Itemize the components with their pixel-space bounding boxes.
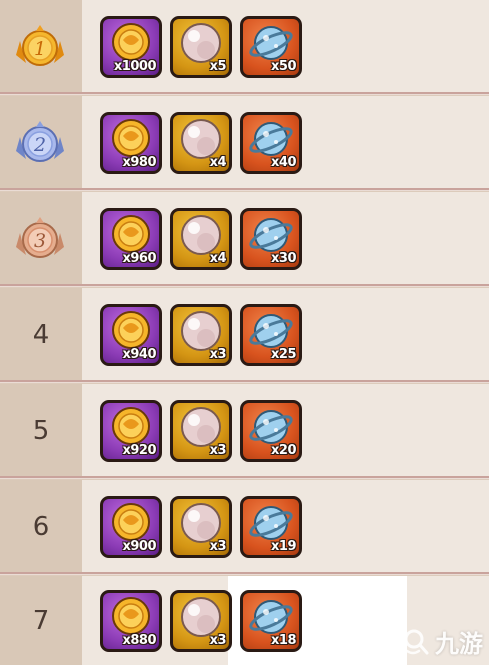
row-divider — [0, 476, 489, 479]
quantity-label: x3 — [209, 539, 227, 554]
watermark-text: 九游 — [435, 630, 483, 658]
quantity-label: x18 — [271, 632, 296, 648]
quantity-label: x4 — [209, 155, 227, 170]
quantity-label: x50 — [271, 59, 296, 74]
gold-medal-icon: 1 — [16, 25, 64, 66]
reward-item-orb[interactable]: x20 — [240, 400, 302, 462]
rank-row-6: 6 x900 x3 x19 — [0, 480, 489, 575]
reward-item-gold-coin[interactable]: x880 — [100, 589, 162, 652]
rank-row-2: 2 x980 x4 x40 — [0, 96, 489, 191]
reward-item-orb[interactable]: x18 — [240, 589, 302, 652]
reward-item-orb[interactable]: x50 — [240, 16, 302, 78]
reward-items: x940 x3 x25 — [100, 304, 302, 366]
quantity-label: x960 — [122, 251, 156, 266]
quantity-label: x30 — [271, 251, 296, 266]
reward-item-gold-coin[interactable]: x940 — [100, 304, 162, 366]
quantity-label: x19 — [271, 539, 296, 554]
reward-ranking-list: 1 x1000 x5 x50 2 x980 x4 x40 3 x960 x4 x… — [0, 0, 489, 665]
rank-number: 4 — [32, 320, 50, 350]
medal-rank-label: 3 — [34, 230, 46, 252]
reward-item-orb[interactable]: x30 — [240, 208, 302, 270]
quantity-label: x5 — [209, 59, 227, 74]
nine-game-logo-icon — [404, 629, 429, 654]
quantity-label: x880 — [122, 632, 156, 648]
rank-row-4: 4 x940 x3 x25 — [0, 288, 489, 383]
row-divider — [0, 188, 489, 191]
silver-medal-icon: 2 — [16, 121, 64, 162]
quantity-label: x900 — [122, 539, 156, 554]
quantity-label: x940 — [122, 347, 156, 362]
watermark: 九游 — [401, 624, 483, 659]
quantity-label: x1000 — [113, 59, 157, 74]
reward-item-pearl[interactable]: x3 — [170, 304, 232, 366]
reward-items: x880 x3 x18 — [100, 589, 302, 652]
reward-items: x960 x4 x30 — [100, 208, 302, 270]
reward-item-pearl[interactable]: x3 — [170, 400, 232, 462]
rank-row-3: 3 x960 x4 x30 — [0, 192, 489, 287]
reward-item-pearl[interactable]: x4 — [170, 208, 232, 270]
row-divider — [0, 284, 489, 287]
reward-item-orb[interactable]: x25 — [240, 304, 302, 366]
reward-item-orb[interactable]: x19 — [240, 496, 302, 558]
reward-item-pearl[interactable]: x3 — [170, 496, 232, 558]
reward-items: x900 x3 x19 — [100, 496, 302, 558]
quantity-label: x3 — [209, 347, 227, 362]
reward-items: x920 x3 x20 — [100, 400, 302, 462]
rank-number: 5 — [32, 416, 50, 446]
quantity-label: x4 — [209, 251, 227, 266]
rank-row-5: 5 x920 x3 x20 — [0, 384, 489, 479]
reward-item-gold-coin[interactable]: x920 — [100, 400, 162, 462]
row-divider — [0, 572, 489, 575]
reward-items: x1000 x5 x50 — [100, 16, 302, 78]
reward-item-gold-coin[interactable]: x900 — [100, 496, 162, 558]
medal-rank-label: 1 — [34, 38, 46, 60]
row-divider — [0, 92, 489, 95]
quantity-label: x20 — [271, 443, 296, 458]
row-divider — [0, 380, 489, 383]
reward-item-pearl[interactable]: x3 — [170, 589, 232, 652]
rank-row-1: 1 x1000 x5 x50 — [0, 0, 489, 95]
quantity-label: x3 — [209, 443, 227, 458]
rank-number: 6 — [32, 512, 50, 542]
reward-item-gold-coin[interactable]: x980 — [100, 112, 162, 174]
bronze-medal-icon: 3 — [16, 217, 64, 258]
reward-item-pearl[interactable]: x4 — [170, 112, 232, 174]
quantity-label: x25 — [271, 347, 296, 362]
reward-item-orb[interactable]: x40 — [240, 112, 302, 174]
reward-item-gold-coin[interactable]: x1000 — [100, 16, 162, 78]
rank-number: 7 — [32, 605, 50, 636]
medal-rank-label: 2 — [33, 134, 46, 156]
quantity-label: x920 — [122, 443, 156, 458]
quantity-label: x3 — [209, 632, 227, 648]
reward-item-pearl[interactable]: x5 — [170, 16, 232, 78]
quantity-label: x40 — [271, 155, 296, 170]
reward-item-gold-coin[interactable]: x960 — [100, 208, 162, 270]
reward-items: x980 x4 x40 — [100, 112, 302, 174]
quantity-label: x980 — [122, 155, 156, 170]
